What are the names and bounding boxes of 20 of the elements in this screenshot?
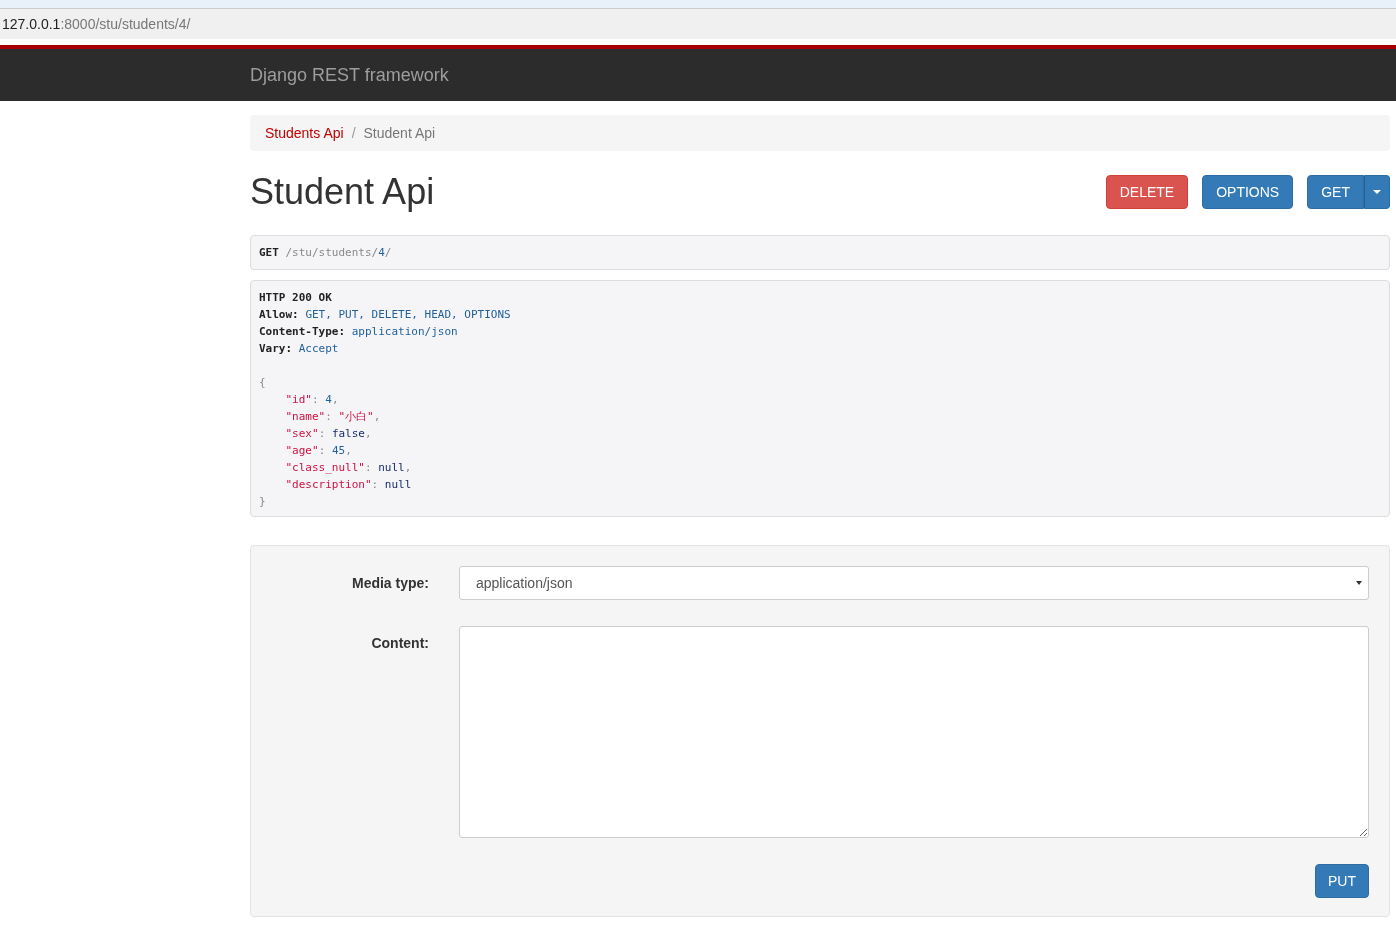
field-label: Media type:	[351, 574, 429, 593]
url-host: 127.0.0.1	[2, 16, 61, 32]
media-type-select[interactable]: application/json	[459, 566, 1369, 600]
get-button[interactable]: GET	[1307, 175, 1364, 209]
put-button[interactable]: PUT	[1315, 864, 1369, 898]
breadcrumb-current: Student Api	[363, 125, 436, 141]
caret-icon	[1373, 190, 1381, 194]
page-title: Student Api	[250, 171, 435, 213]
caret-icon	[1356, 581, 1362, 585]
navbar-brand[interactable]: Django REST framework	[250, 64, 449, 86]
response-body: HTTP 200 OK Allow: GET, PUT, DELETE, HEAD, OPTIONS Content-Type: application/json Vary: Accept { "id": 4, "name": "小白", "sex": false, "age": 45, "class_null": null, "description": null }	[250, 280, 1390, 517]
url-path: :8000/stu/students/4/	[60, 16, 191, 32]
breadcrumb-separator: /	[351, 125, 356, 141]
dropdown-toggle[interactable]	[1364, 175, 1390, 209]
address-bar[interactable]: 127.0.0.1:8000/stu/students/4/	[0, 8, 1396, 39]
options-button[interactable]: OPTIONS	[1202, 175, 1294, 209]
breadcrumb-link[interactable]: Students Api	[265, 125, 344, 141]
field-label: Content:	[370, 634, 429, 653]
content-field[interactable]	[459, 626, 1369, 838]
delete-button[interactable]: DELETE	[1105, 175, 1189, 209]
